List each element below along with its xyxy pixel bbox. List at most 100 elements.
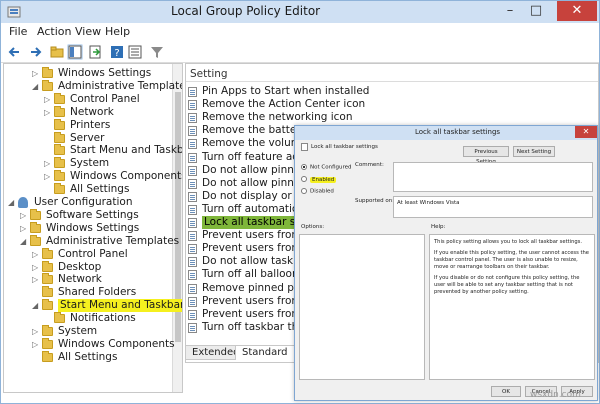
policy-setting-icon [188, 191, 197, 202]
policy-setting-icon [188, 322, 197, 333]
tree-item-label: All Settings [70, 183, 130, 196]
policy-setting-icon [188, 178, 197, 189]
back-arrow-icon[interactable] [7, 44, 23, 60]
tree-item-label: User Configuration [34, 196, 133, 208]
expanded-arrow-icon[interactable]: ◢ [20, 235, 26, 248]
collapsed-arrow-icon[interactable]: ▷ [32, 338, 38, 351]
radio-enabled[interactable]: Enabled [301, 176, 337, 183]
setting-column-header[interactable]: Setting [186, 64, 598, 82]
close-button[interactable]: ✕ [557, 1, 597, 21]
next-setting-button[interactable]: Next Setting [513, 146, 555, 157]
tree-item-label: All Settings [58, 350, 118, 363]
title-bar[interactable]: Local Group Policy Editor – □ ✕ [1, 1, 599, 23]
tree-item-label: Windows Components [58, 337, 175, 350]
show-tree-icon[interactable] [67, 44, 83, 60]
menu-bar: File Action View Help [1, 23, 599, 41]
supported-on-value: At least Windows Vista [397, 200, 460, 206]
menu-action[interactable]: Action [37, 25, 71, 38]
help-paragraph: If you disable or do not configure this … [434, 275, 580, 295]
policy-setting-icon [188, 139, 197, 150]
setting-label: Pin Apps to Start when installed [202, 85, 370, 97]
tree-item-label: Windows Settings [46, 221, 140, 234]
tree-item-label: Administrative Templates [58, 79, 183, 92]
policy-setting-icon [188, 113, 197, 124]
collapsed-arrow-icon[interactable]: ▷ [20, 222, 26, 235]
folder-icon [42, 79, 53, 91]
policy-setting-icon [188, 87, 197, 97]
collapsed-arrow-icon[interactable]: ▷ [32, 261, 38, 274]
policy-setting-icon [188, 100, 197, 111]
maximize-button[interactable]: □ [523, 1, 549, 21]
help-icon[interactable]: ? [109, 44, 125, 60]
collapsed-arrow-icon[interactable]: ▷ [32, 273, 38, 286]
window-title: Local Group Policy Editor [171, 4, 321, 18]
collapsed-arrow-icon[interactable]: ▷ [32, 325, 38, 338]
tree-item-label: Control Panel [70, 92, 140, 105]
options-box [299, 234, 425, 380]
radio-not-configured[interactable]: Not Configured [301, 164, 352, 171]
policy-setting-icon [188, 257, 197, 268]
tree-item-label: System [58, 325, 98, 337]
policy-setting-icon [188, 165, 197, 176]
options-label: Options: [301, 224, 325, 230]
folder-icon [54, 92, 65, 104]
ok-button[interactable]: OK [491, 386, 521, 397]
collapsed-arrow-icon[interactable]: ▷ [44, 93, 50, 106]
expanded-arrow-icon[interactable]: ◢ [32, 299, 38, 312]
folder-icon [42, 286, 53, 298]
filter-icon[interactable] [149, 44, 165, 60]
help-text: This policy setting allows you to lock a… [434, 239, 592, 300]
folder-icon [54, 170, 65, 182]
policy-setting-icon [188, 244, 197, 255]
previous-setting-button[interactable]: Previous Setting [463, 146, 509, 165]
menu-view[interactable]: View [75, 25, 101, 38]
tree-item-label: Network [70, 105, 114, 118]
policy-dialog: Lock all taskbar settings ✕ Lock all tas… [294, 125, 598, 401]
folder-icon [42, 67, 53, 78]
folder-icon [54, 118, 65, 130]
folder-icon [54, 183, 65, 195]
expanded-arrow-icon[interactable]: ◢ [8, 196, 14, 209]
collapsed-arrow-icon[interactable]: ▷ [44, 157, 50, 170]
setting-label: Remove the networking icon [202, 111, 353, 124]
export-list-icon[interactable] [87, 44, 103, 60]
tree-item-label: Start Menu and Taskbar [70, 144, 183, 157]
tree-pane: ▷ Windows Settings ◢ Administrative Templat… [3, 63, 183, 393]
minimize-button[interactable]: – [497, 1, 523, 21]
watermark: wsxdn.com [530, 390, 581, 400]
menu-file[interactable]: File [9, 25, 27, 38]
policy-setting-icon [188, 309, 197, 320]
collapsed-arrow-icon[interactable]: ▷ [32, 67, 38, 80]
forward-arrow-icon[interactable] [27, 44, 43, 60]
tree-item-label: Control Panel [58, 247, 128, 260]
policy-setting-icon [188, 204, 197, 215]
tab-standard[interactable]: Standard [235, 345, 295, 360]
properties-icon[interactable] [127, 44, 143, 60]
tree-item-label: Server [70, 131, 105, 144]
tree-item-label: Shared Folders [58, 286, 137, 299]
collapsed-arrow-icon[interactable]: ▷ [44, 106, 50, 119]
comment-field[interactable] [393, 162, 593, 192]
tree-item-label: Administrative Templates [46, 234, 180, 247]
folder-icon [42, 299, 53, 311]
dialog-close-button[interactable]: ✕ [575, 126, 597, 138]
collapsed-arrow-icon[interactable]: ▷ [32, 248, 38, 261]
supported-on-field: At least Windows Vista [393, 196, 593, 218]
menu-help[interactable]: Help [105, 25, 130, 38]
help-paragraph: This policy setting allows you to lock a… [434, 239, 583, 245]
dialog-title-bar[interactable]: Lock all taskbar settings ✕ [295, 126, 597, 140]
folder-icon [30, 234, 41, 246]
tree-item-label: Start Menu and Taskbar [58, 299, 182, 313]
collapsed-arrow-icon[interactable]: ▷ [44, 170, 50, 183]
svg-text:?: ? [114, 48, 119, 59]
folder-icon [54, 131, 65, 143]
help-label: Help: [431, 224, 446, 230]
expanded-arrow-icon[interactable]: ◢ [32, 80, 38, 93]
tree-item-label: Notifications [70, 312, 136, 325]
radio-disabled[interactable]: Disabled [301, 188, 334, 195]
collapsed-arrow-icon[interactable]: ▷ [20, 209, 26, 222]
policy-setting-icon [188, 231, 197, 242]
folder-icon [54, 157, 65, 169]
up-folder-icon[interactable] [49, 44, 65, 60]
policy-setting-icon [188, 270, 197, 281]
